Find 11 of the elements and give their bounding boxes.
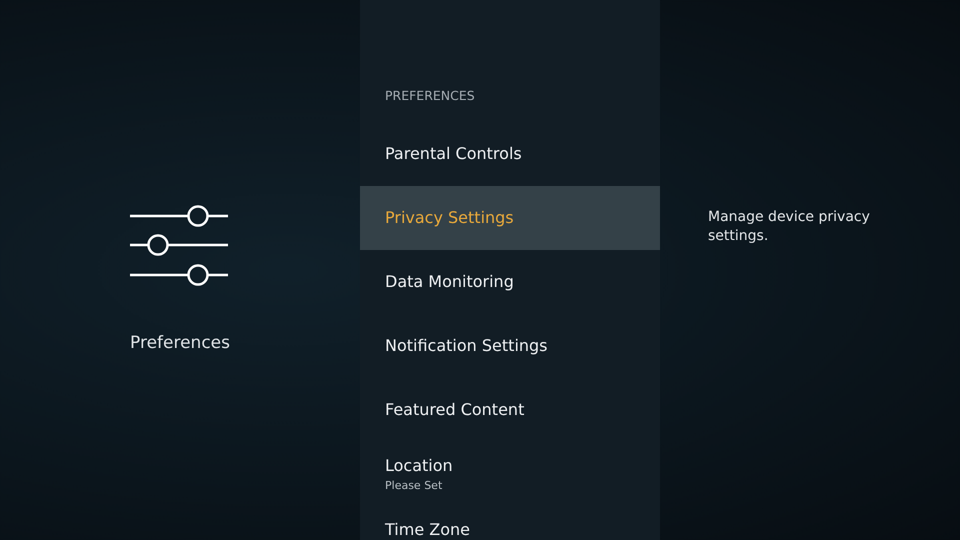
menu-item[interactable]: Privacy Settings bbox=[360, 186, 660, 250]
menu-item[interactable]: Notification Settings bbox=[360, 314, 660, 378]
menu-item[interactable]: Data Monitoring bbox=[360, 250, 660, 314]
menu-item[interactable]: Featured Content bbox=[360, 378, 660, 442]
category-label: Preferences bbox=[130, 332, 230, 355]
description-text: Manage device privacy settings. bbox=[708, 208, 871, 246]
menu-item[interactable]: Parental Controls bbox=[360, 122, 660, 186]
menu-item[interactable]: Time Zone bbox=[360, 506, 660, 540]
menu-item-subtitle: Please Set bbox=[385, 478, 444, 494]
menu-item[interactable]: Location Please Set bbox=[360, 442, 660, 506]
section-heading: PREFERENCES bbox=[385, 87, 475, 106]
